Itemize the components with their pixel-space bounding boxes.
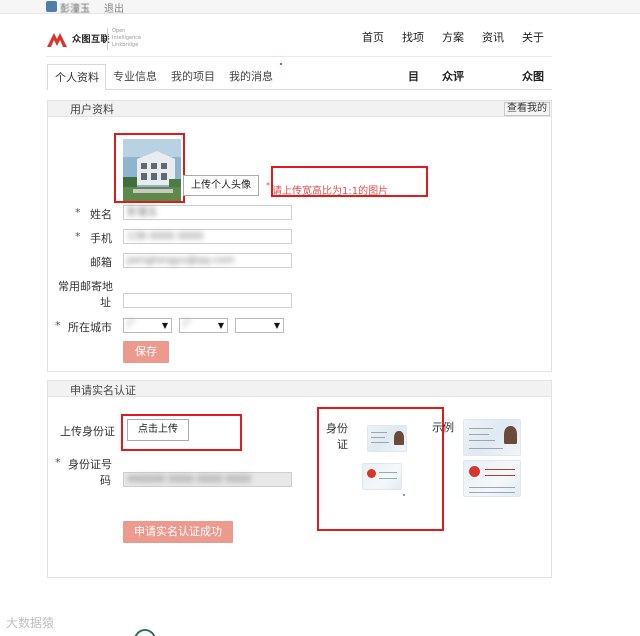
chevron-down-icon: ▼ xyxy=(161,321,168,330)
id-number-input[interactable]: 440000 0000 0000 0000 xyxy=(123,472,292,487)
email-label: 邮箱 xyxy=(90,256,112,269)
submit-verification-button[interactable]: 申请实名认证成功 xyxy=(123,521,233,543)
required-mark: * xyxy=(55,319,61,332)
annotation-box-upload xyxy=(121,414,242,451)
subnav-zhongtu[interactable]: 众图 xyxy=(522,68,544,84)
annotation-box-avatar xyxy=(114,133,185,203)
address-label-line1: 常用邮寄地 xyxy=(58,280,113,293)
user-status-bar xyxy=(0,0,640,14)
notification-dot xyxy=(280,63,282,65)
sample-id-back xyxy=(463,460,521,497)
name-label: 姓名 xyxy=(90,208,112,221)
logout-link[interactable]: 退出 xyxy=(104,0,124,15)
city-select[interactable]: 广 ▼ xyxy=(179,318,228,333)
sample-label: 示例 xyxy=(432,421,454,434)
subnav-item-1[interactable]: 目 xyxy=(408,68,419,84)
id-number-label-line2: 码 xyxy=(100,474,111,487)
logo-subtitle: Open Intelligence Linkbridge xyxy=(112,28,142,48)
nav-news[interactable]: 资讯 xyxy=(482,29,504,45)
required-mark: * xyxy=(75,230,81,243)
annotation-box-idcards xyxy=(317,407,444,531)
province-select[interactable]: 广 ▼ xyxy=(123,318,172,333)
nav-solutions[interactable]: 方案 xyxy=(442,29,464,45)
required-mark: * xyxy=(55,456,61,469)
profile-section-title: 用户资料 xyxy=(70,103,114,116)
chevron-down-icon: ▼ xyxy=(273,321,280,330)
name-input[interactable]: 彭潼玉 xyxy=(123,205,292,220)
province-value: 广 xyxy=(127,320,137,330)
view-mine-button[interactable]: 查看我的 xyxy=(504,102,550,116)
required-mark: * xyxy=(266,181,270,190)
partial-badge-icon xyxy=(134,629,156,636)
id-number-label-line1: 身份证号 xyxy=(68,458,112,471)
nav-find-projects[interactable]: 找项 xyxy=(402,29,424,45)
address-label-line2: 址 xyxy=(100,296,111,309)
phone-value: 138 0000 0000 xyxy=(127,231,204,242)
phone-label: 手机 xyxy=(90,232,112,245)
logo-icon[interactable] xyxy=(46,29,68,49)
verify-section-title: 申请实名认证 xyxy=(70,384,136,397)
user-avatar[interactable] xyxy=(46,1,57,12)
tab-profile[interactable]: 个人资料 xyxy=(47,64,106,90)
chevron-down-icon: ▼ xyxy=(217,321,224,330)
watermark: 大数据猿 xyxy=(6,616,55,630)
annotation-box-hint xyxy=(271,166,428,197)
email-input[interactable]: pengtongyu@qq.com xyxy=(123,253,292,268)
phone-input[interactable]: 138 0000 0000 xyxy=(123,229,292,244)
email-value: pengtongyu@qq.com xyxy=(127,255,235,266)
city-label: 所在城市 xyxy=(68,321,112,334)
city-value: 广 xyxy=(183,320,193,330)
address-input[interactable] xyxy=(123,293,292,308)
upload-avatar-button[interactable]: 上传个人头像 xyxy=(183,175,259,196)
tab-professional-info[interactable]: 专业信息 xyxy=(113,64,157,90)
header-divider xyxy=(46,56,552,57)
username-label[interactable]: 彭潼玉 xyxy=(60,0,90,15)
nav-about[interactable]: 关于 xyxy=(522,29,544,45)
sample-id-front xyxy=(463,419,521,456)
id-number-value: 440000 0000 0000 0000 xyxy=(127,474,252,485)
logo-divider xyxy=(107,28,108,50)
name-value: 彭潼玉 xyxy=(127,207,157,218)
profile-panel-header xyxy=(48,101,551,117)
id-upload-label: 上传身份证 xyxy=(60,425,115,438)
logo-text: 众图互联 xyxy=(72,35,111,45)
subnav-reviews[interactable]: 众评 xyxy=(442,68,464,84)
save-button[interactable]: 保存 xyxy=(123,341,169,363)
district-select[interactable]: ▼ xyxy=(235,318,284,333)
tab-my-projects[interactable]: 我的项目 xyxy=(171,64,215,90)
nav-home[interactable]: 首页 xyxy=(362,29,384,45)
tab-my-messages[interactable]: 我的消息 xyxy=(229,64,273,90)
required-mark: * xyxy=(75,206,81,219)
